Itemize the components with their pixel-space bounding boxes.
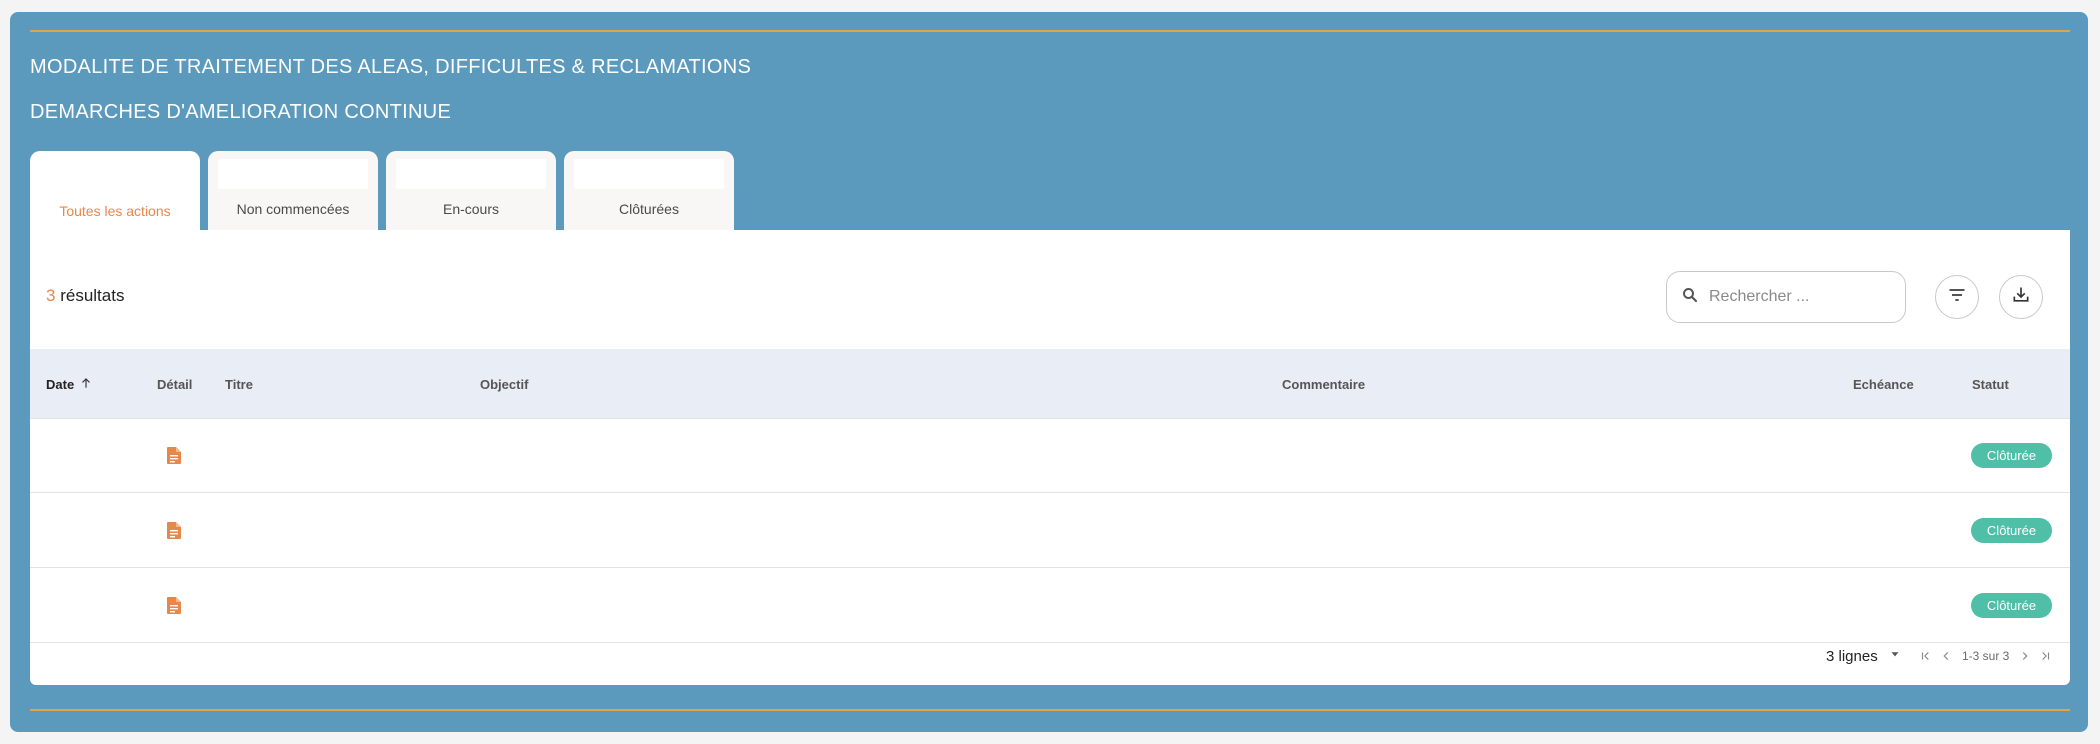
filter-button[interactable] xyxy=(1935,275,1979,319)
tab-en-cours[interactable]: En-cours xyxy=(386,151,556,230)
last-page-icon[interactable] xyxy=(2035,646,2055,666)
results-number: 3 xyxy=(46,286,56,305)
rows-per-page-value: 3 lignes xyxy=(1826,647,1878,665)
table-row[interactable]: Clôturée xyxy=(30,493,2070,568)
search-icon xyxy=(1681,286,1699,309)
column-header-statut[interactable]: Statut xyxy=(1972,349,2009,419)
table-footer: 3 lignes 1-3 sur 3 xyxy=(30,636,2070,676)
results-count: 3 résultats xyxy=(46,286,124,306)
next-page-icon[interactable] xyxy=(2015,646,2035,666)
document-icon[interactable] xyxy=(167,597,181,614)
table-header: Date Détail Titre Objectif Commentaire E… xyxy=(30,349,2070,419)
top-divider xyxy=(30,30,2070,32)
first-page-icon[interactable] xyxy=(1916,646,1936,666)
status-badge: Clôturée xyxy=(1971,518,2052,543)
tabs-bar: Toutes les actions Non commencées En-cou… xyxy=(30,151,734,231)
column-header-objectif[interactable]: Objectif xyxy=(480,349,528,419)
sort-ascending-icon xyxy=(74,376,93,393)
column-header-commentaire[interactable]: Commentaire xyxy=(1282,349,1365,419)
section-title-amelioration: DEMARCHES D'AMELIORATION CONTINUE xyxy=(30,101,452,123)
section-title-traitement: MODALITE DE TRAITEMENT DES ALEAS, DIFFIC… xyxy=(30,56,752,78)
column-header-date[interactable]: Date xyxy=(46,349,93,419)
download-button[interactable] xyxy=(1999,275,2043,319)
main-panel: MODALITE DE TRAITEMENT DES ALEAS, DIFFIC… xyxy=(10,12,2088,732)
download-icon xyxy=(2011,285,2031,310)
rows-per-page-select[interactable]: 3 lignes xyxy=(1826,636,1902,676)
status-badge: Clôturée xyxy=(1971,443,2052,468)
tab-label: Toutes les actions xyxy=(59,203,171,219)
tab-non-commencees[interactable]: Non commencées xyxy=(208,151,378,230)
document-icon[interactable] xyxy=(167,447,181,464)
pagination: 1-3 sur 3 xyxy=(1916,636,2055,676)
results-label: résultats xyxy=(60,286,125,305)
status-badge: Clôturée xyxy=(1971,593,2052,618)
document-icon[interactable] xyxy=(167,522,181,539)
table-row[interactable]: Clôturée xyxy=(30,568,2070,643)
tab-toutes-les-actions[interactable]: Toutes les actions xyxy=(30,151,200,231)
tab-label: Clôturées xyxy=(619,201,679,217)
pagination-range: 1-3 sur 3 xyxy=(1962,649,2010,663)
column-header-echeance[interactable]: Echéance xyxy=(1853,349,1914,419)
actions-card: 3 résultats Date xyxy=(30,230,2070,685)
bottom-divider xyxy=(30,709,2070,711)
search-box[interactable] xyxy=(1666,271,1906,323)
previous-page-icon[interactable] xyxy=(1936,646,1956,666)
filter-icon xyxy=(1947,285,1967,310)
tab-label: Non commencées xyxy=(236,201,350,217)
tab-cloturees[interactable]: Clôturées xyxy=(564,151,734,230)
table-row[interactable]: Clôturée xyxy=(30,418,2070,493)
search-input[interactable] xyxy=(1709,288,1889,306)
tab-label: En-cours xyxy=(442,201,500,217)
column-header-titre[interactable]: Titre xyxy=(225,349,253,419)
column-header-detail[interactable]: Détail xyxy=(157,349,192,419)
caret-down-icon xyxy=(1878,647,1902,665)
